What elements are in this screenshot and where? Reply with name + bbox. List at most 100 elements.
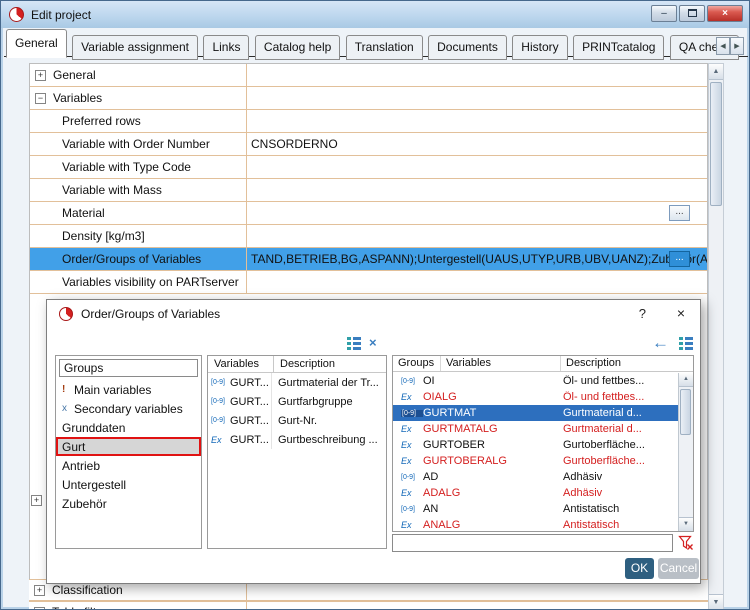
tab-documents[interactable]: Documents	[428, 35, 507, 60]
variable-name: GURTOBERALG	[423, 455, 507, 467]
group-label: Secondary variables	[74, 401, 183, 416]
tab-history[interactable]: History	[512, 35, 568, 60]
group-variables-panel: Variables Description [0-9] GURT... Gurtma…	[207, 355, 387, 549]
titlebar: Edit project – ×	[1, 1, 749, 28]
minimize-button[interactable]: –	[651, 5, 677, 22]
grid-scrollbar[interactable]: ▲ ▼	[708, 63, 724, 609]
groups-panel-header: Groups	[59, 359, 198, 377]
material-ellipsis-button[interactable]: ...	[669, 205, 690, 221]
row-general[interactable]: + General	[30, 64, 707, 87]
scroll-down-icon[interactable]: ▼	[709, 594, 723, 609]
tab-printcatalog[interactable]: PRINTcatalog	[573, 35, 665, 60]
tab-translation[interactable]: Translation	[345, 35, 423, 60]
row-variables[interactable]: − Variables	[30, 87, 707, 110]
cancel-button[interactable]: Cancel	[658, 558, 699, 579]
tab-scroll-left-icon[interactable]: ◀	[716, 37, 730, 55]
variable-row[interactable]: [0-9] AD Adhäsiv	[393, 469, 678, 485]
variable-row[interactable]: Ex GURTMATALG Gurtmaterial d...	[393, 421, 678, 437]
group-label: Main variables	[74, 382, 152, 397]
row-label: Order/Groups of Variables	[62, 252, 202, 266]
expand-icon[interactable]: +	[34, 606, 45, 609]
group-item-secondary-variables[interactable]: x Secondary variables	[56, 399, 201, 418]
variable-name: GURTMATALG	[423, 423, 498, 435]
group-item-antrieb[interactable]: Antrieb	[56, 456, 201, 475]
variable-name: GURT...	[230, 376, 269, 389]
variable-row[interactable]: Ex GURTOBER Gurtoberfläche...	[393, 437, 678, 453]
variable-row[interactable]: [0-9] GURT... Gurtfarbgruppe	[208, 392, 386, 411]
row-variable-type-code[interactable]: Variable with Type Code	[30, 156, 707, 179]
expand-icon[interactable]: +	[34, 584, 45, 596]
row-density[interactable]: Density [kg/m3]	[30, 225, 707, 248]
row-label: Variables	[53, 91, 103, 105]
variable-row-selected[interactable]: [0-9] GURTMAT Gurtmaterial d...	[393, 405, 678, 421]
variable-row[interactable]: Ex ANALG Antistatisch	[393, 517, 678, 531]
list-icon[interactable]	[679, 337, 693, 353]
tab-variable-assignment[interactable]: Variable assignment	[72, 35, 198, 60]
row-preferred-rows[interactable]: Preferred rows	[30, 110, 707, 133]
variable-description: Gurtoberfläche...	[563, 439, 645, 451]
variable-row[interactable]: Ex ADALG Adhäsiv	[393, 485, 678, 501]
variable-row[interactable]: Ex GURT... Gurtbeschreibung ...	[208, 430, 386, 449]
group-item-zubehoer[interactable]: Zubehör	[56, 494, 201, 513]
row-label: Classification	[52, 583, 123, 597]
text-variable-icon: Ex	[211, 434, 222, 445]
text-variable-icon: Ex	[401, 456, 412, 466]
tab-catalog-help[interactable]: Catalog help	[254, 35, 341, 60]
variable-row[interactable]: [0-9] GURT... Gurtmaterial der Tr...	[208, 373, 386, 392]
row-label: Variable with Order Number	[62, 137, 210, 151]
group-item-untergestell[interactable]: Untergestell	[56, 475, 201, 494]
scroll-up-icon[interactable]: ▲	[679, 373, 693, 387]
variable-row[interactable]: [0-9] GURT... Gurt-Nr.	[208, 411, 386, 430]
order-groups-ellipsis-button[interactable]: ...	[669, 251, 690, 267]
filter-input[interactable]	[392, 534, 673, 552]
variable-name: GURT...	[230, 395, 269, 408]
group-item-gurt[interactable]: Gurt	[56, 437, 201, 456]
clear-filter-icon[interactable]	[678, 535, 694, 551]
group-label: Untergestell	[62, 477, 127, 492]
variable-description: Antistatisch	[563, 503, 620, 515]
row-table-filters[interactable]: + Table filters	[29, 601, 708, 609]
row-label: Density [kg/m3]	[62, 229, 145, 243]
tab-scroll-right-icon[interactable]: ▶	[730, 37, 744, 55]
variable-row[interactable]: [0-9] OI Öl- und fettbes...	[393, 373, 678, 389]
column-header-variables: Variables	[208, 356, 274, 372]
help-icon[interactable]: ?	[639, 306, 646, 321]
variable-row[interactable]: [0-9] AN Antistatisch	[393, 501, 678, 517]
secondary-variables-icon: x	[62, 403, 67, 414]
row-variable-mass[interactable]: Variable with Mass	[30, 179, 707, 202]
variable-row[interactable]: Ex GURTOBERALG Gurtoberfläche...	[393, 453, 678, 469]
text-variable-icon: Ex	[401, 520, 412, 530]
expand-icon[interactable]: +	[31, 495, 42, 506]
numeric-variable-icon: [0-9]	[401, 409, 423, 417]
row-order-groups-of-variables[interactable]: Order/Groups of Variables TAND,BETRIEB,B…	[30, 248, 707, 271]
variable-row[interactable]: Ex OIALG Öl- und fettbes...	[393, 389, 678, 405]
tab-links[interactable]: Links	[203, 35, 250, 60]
collapse-icon[interactable]: −	[35, 92, 46, 104]
group-item-main-variables[interactable]: ! Main variables	[56, 380, 201, 399]
numeric-variable-icon: [0-9]	[401, 377, 416, 385]
expand-icon[interactable]: +	[35, 69, 46, 81]
maximize-button[interactable]	[679, 5, 705, 22]
tab-general[interactable]: General	[6, 29, 67, 58]
move-left-icon[interactable]: ←	[652, 334, 669, 351]
group-item-grunddaten[interactable]: Grunddaten	[56, 418, 201, 437]
scroll-up-icon[interactable]: ▲	[709, 64, 723, 80]
order-groups-dialog: Order/Groups of Variables ? × × ← Groups…	[46, 299, 701, 584]
column-header-description: Description	[566, 357, 622, 369]
variables-scrollbar[interactable]: ▲ ▼	[678, 373, 693, 531]
dialog-close-icon[interactable]: ×	[677, 305, 685, 321]
scroll-down-icon[interactable]: ▼	[679, 517, 693, 531]
row-material[interactable]: Material ...	[30, 202, 707, 225]
close-button[interactable]: ×	[707, 5, 743, 22]
variable-description: Adhäsiv	[563, 487, 603, 499]
ok-button[interactable]: OK	[625, 558, 654, 579]
row-variables-visibility[interactable]: Variables visibility on PARTserver	[30, 271, 707, 294]
variable-description: Gurtmaterial d...	[563, 423, 642, 435]
text-variable-icon: Ex	[401, 392, 412, 402]
row-variable-order-number[interactable]: Variable with Order Number CNSORDERNO	[30, 133, 707, 156]
scrollbar-thumb[interactable]	[680, 389, 691, 435]
scrollbar-thumb[interactable]	[710, 82, 722, 206]
remove-from-list-icon[interactable]: ×	[369, 335, 377, 350]
add-to-list-icon[interactable]	[347, 337, 361, 353]
variable-description: Öl- und fettbes...	[563, 391, 645, 403]
